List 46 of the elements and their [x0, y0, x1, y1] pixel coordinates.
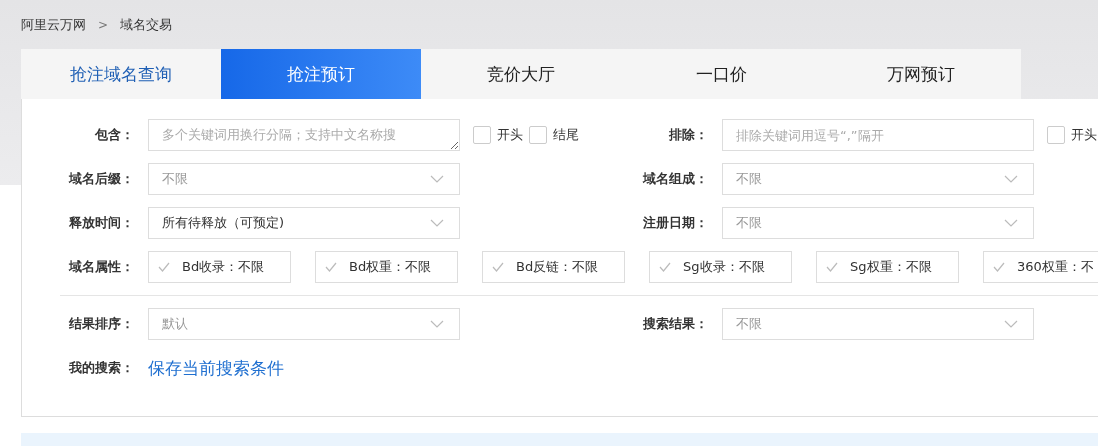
field-label: 排除：	[668, 126, 709, 144]
tab[interactable]: 竞价大厅	[421, 49, 621, 99]
field-label: 我的搜索：	[68, 359, 135, 377]
field-label: 包含：	[94, 126, 135, 144]
breadcrumb-link[interactable]: 域名交易	[120, 15, 173, 34]
check-icon	[158, 262, 170, 272]
chevron-down-icon	[430, 175, 444, 183]
checkbox-label: 开头	[1071, 126, 1097, 144]
chevron-down-icon	[430, 320, 444, 328]
check-icon	[325, 262, 337, 272]
field-label: 结果排序：	[68, 315, 135, 333]
check-icon	[993, 262, 1005, 272]
check-icon	[492, 262, 504, 272]
dropdown[interactable]: 所有待释放（可预定)	[148, 207, 460, 239]
chevron-down-icon	[430, 219, 444, 227]
checkbox[interactable]	[529, 126, 547, 144]
check-icon	[826, 262, 838, 272]
text-area[interactable]: 多个关键词用换行分隔；支持中文名称搜	[148, 119, 460, 151]
checkbox[interactable]	[1047, 126, 1065, 144]
field-label: 搜索结果：	[642, 315, 709, 333]
field-label: 释放时间：	[68, 214, 135, 232]
check-icon	[659, 262, 671, 272]
filter-dropdown[interactable]: 360权重：不	[983, 251, 1098, 283]
field-label: 注册日期：	[642, 214, 709, 232]
field-label: 域名属性：	[67, 258, 135, 276]
filter-dropdown[interactable]: Bd反链：不限	[482, 251, 625, 283]
filter-dropdown[interactable]: Bd收录：不限	[148, 251, 291, 283]
checkbox-label: 开头	[497, 126, 523, 144]
checkbox[interactable]	[473, 126, 491, 144]
chevron-down-icon	[1004, 175, 1018, 183]
breadcrumb-separator: >	[98, 17, 109, 32]
filter-dropdown[interactable]: Sg收录：不限	[649, 251, 792, 283]
tab[interactable]: 抢注域名查询	[21, 49, 221, 99]
tab[interactable]: 万网预订	[821, 49, 1021, 99]
checkbox-label: 结尾	[553, 126, 579, 144]
filter-dropdown[interactable]: Sg权重：不限	[816, 251, 959, 283]
chevron-down-icon	[1004, 219, 1018, 227]
input-field[interactable]: 排除关键词用逗号“,”隔开	[722, 119, 1034, 151]
filter-dropdown[interactable]: Bd权重：不限	[315, 251, 458, 283]
field-label: 域名组成：	[641, 170, 709, 188]
breadcrumb-link[interactable]: 阿里云万网	[21, 15, 86, 34]
save-search-link[interactable]: 保存当前搜索条件	[148, 356, 284, 380]
field-label: 域名后缀：	[67, 170, 135, 188]
tab[interactable]: 一口价	[621, 49, 821, 99]
chevron-down-icon	[1004, 320, 1018, 328]
tab[interactable]: 抢注预订	[221, 49, 421, 99]
